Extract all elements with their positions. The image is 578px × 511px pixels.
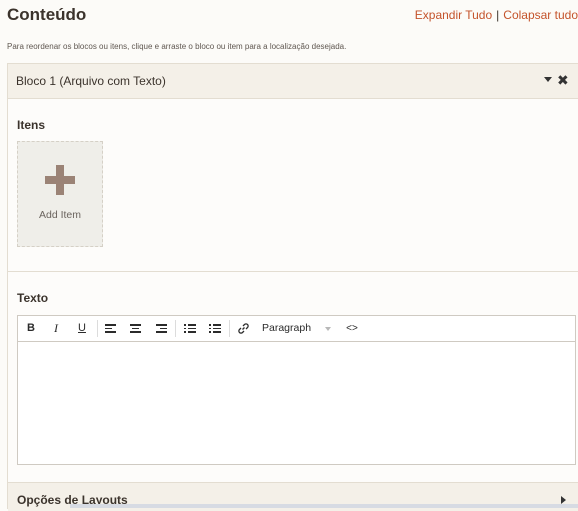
caret-right-icon[interactable] [561, 496, 566, 504]
text-label: Texto [17, 291, 49, 305]
numbered-list-icon[interactable] [209, 324, 221, 333]
plus-icon-horizontal [45, 176, 75, 184]
items-label: Itens [17, 118, 46, 132]
editor-content-area[interactable] [18, 342, 575, 464]
link-separator: | [496, 8, 500, 22]
add-item-button[interactable]: Add Item [17, 141, 103, 247]
close-icon[interactable]: ✖ [557, 72, 569, 88]
align-center-icon[interactable] [130, 324, 141, 333]
section-divider [8, 271, 578, 272]
rich-text-editor: B I U Paragraph <> [17, 315, 576, 465]
reorder-hint: Para reordenar os blocos ou itens, cliqu… [7, 42, 347, 51]
block-header[interactable]: Bloco 1 (Arquivo com Texto) ✖ [8, 64, 578, 99]
page-title: Conteúdo [7, 5, 87, 24]
toolbar-separator [229, 320, 230, 337]
format-select[interactable]: Paragraph [262, 316, 311, 341]
add-item-label: Add Item [38, 209, 82, 221]
content-block: Bloco 1 (Arquivo com Texto) ✖ Itens Add … [7, 63, 578, 511]
editor-toolbar: B I U Paragraph <> [18, 316, 575, 342]
link-icon[interactable] [237, 322, 250, 335]
chevron-down-icon[interactable] [325, 327, 331, 331]
expand-all-link[interactable]: Expandir Tudo [415, 8, 492, 22]
caret-down-icon[interactable] [544, 77, 552, 82]
collapse-all-link[interactable]: Colapsar tudo [503, 8, 578, 22]
source-code-button[interactable]: <> [344, 316, 360, 341]
bold-button[interactable]: B [23, 316, 39, 341]
align-left-icon[interactable] [105, 324, 116, 333]
toolbar-separator [175, 320, 176, 337]
block-title: Bloco 1 (Arquivo com Texto) [16, 74, 166, 88]
content-header: Conteúdo Expandir Tudo | Colapsar tudo [0, 0, 578, 30]
toolbar-separator [97, 320, 98, 337]
horizontal-scrollbar[interactable] [70, 504, 578, 508]
bullet-list-icon[interactable] [184, 324, 196, 333]
header-links: Expandir Tudo | Colapsar tudo [415, 8, 578, 22]
align-right-icon[interactable] [156, 324, 167, 333]
underline-button[interactable]: U [74, 316, 90, 341]
italic-button[interactable]: I [48, 316, 64, 341]
